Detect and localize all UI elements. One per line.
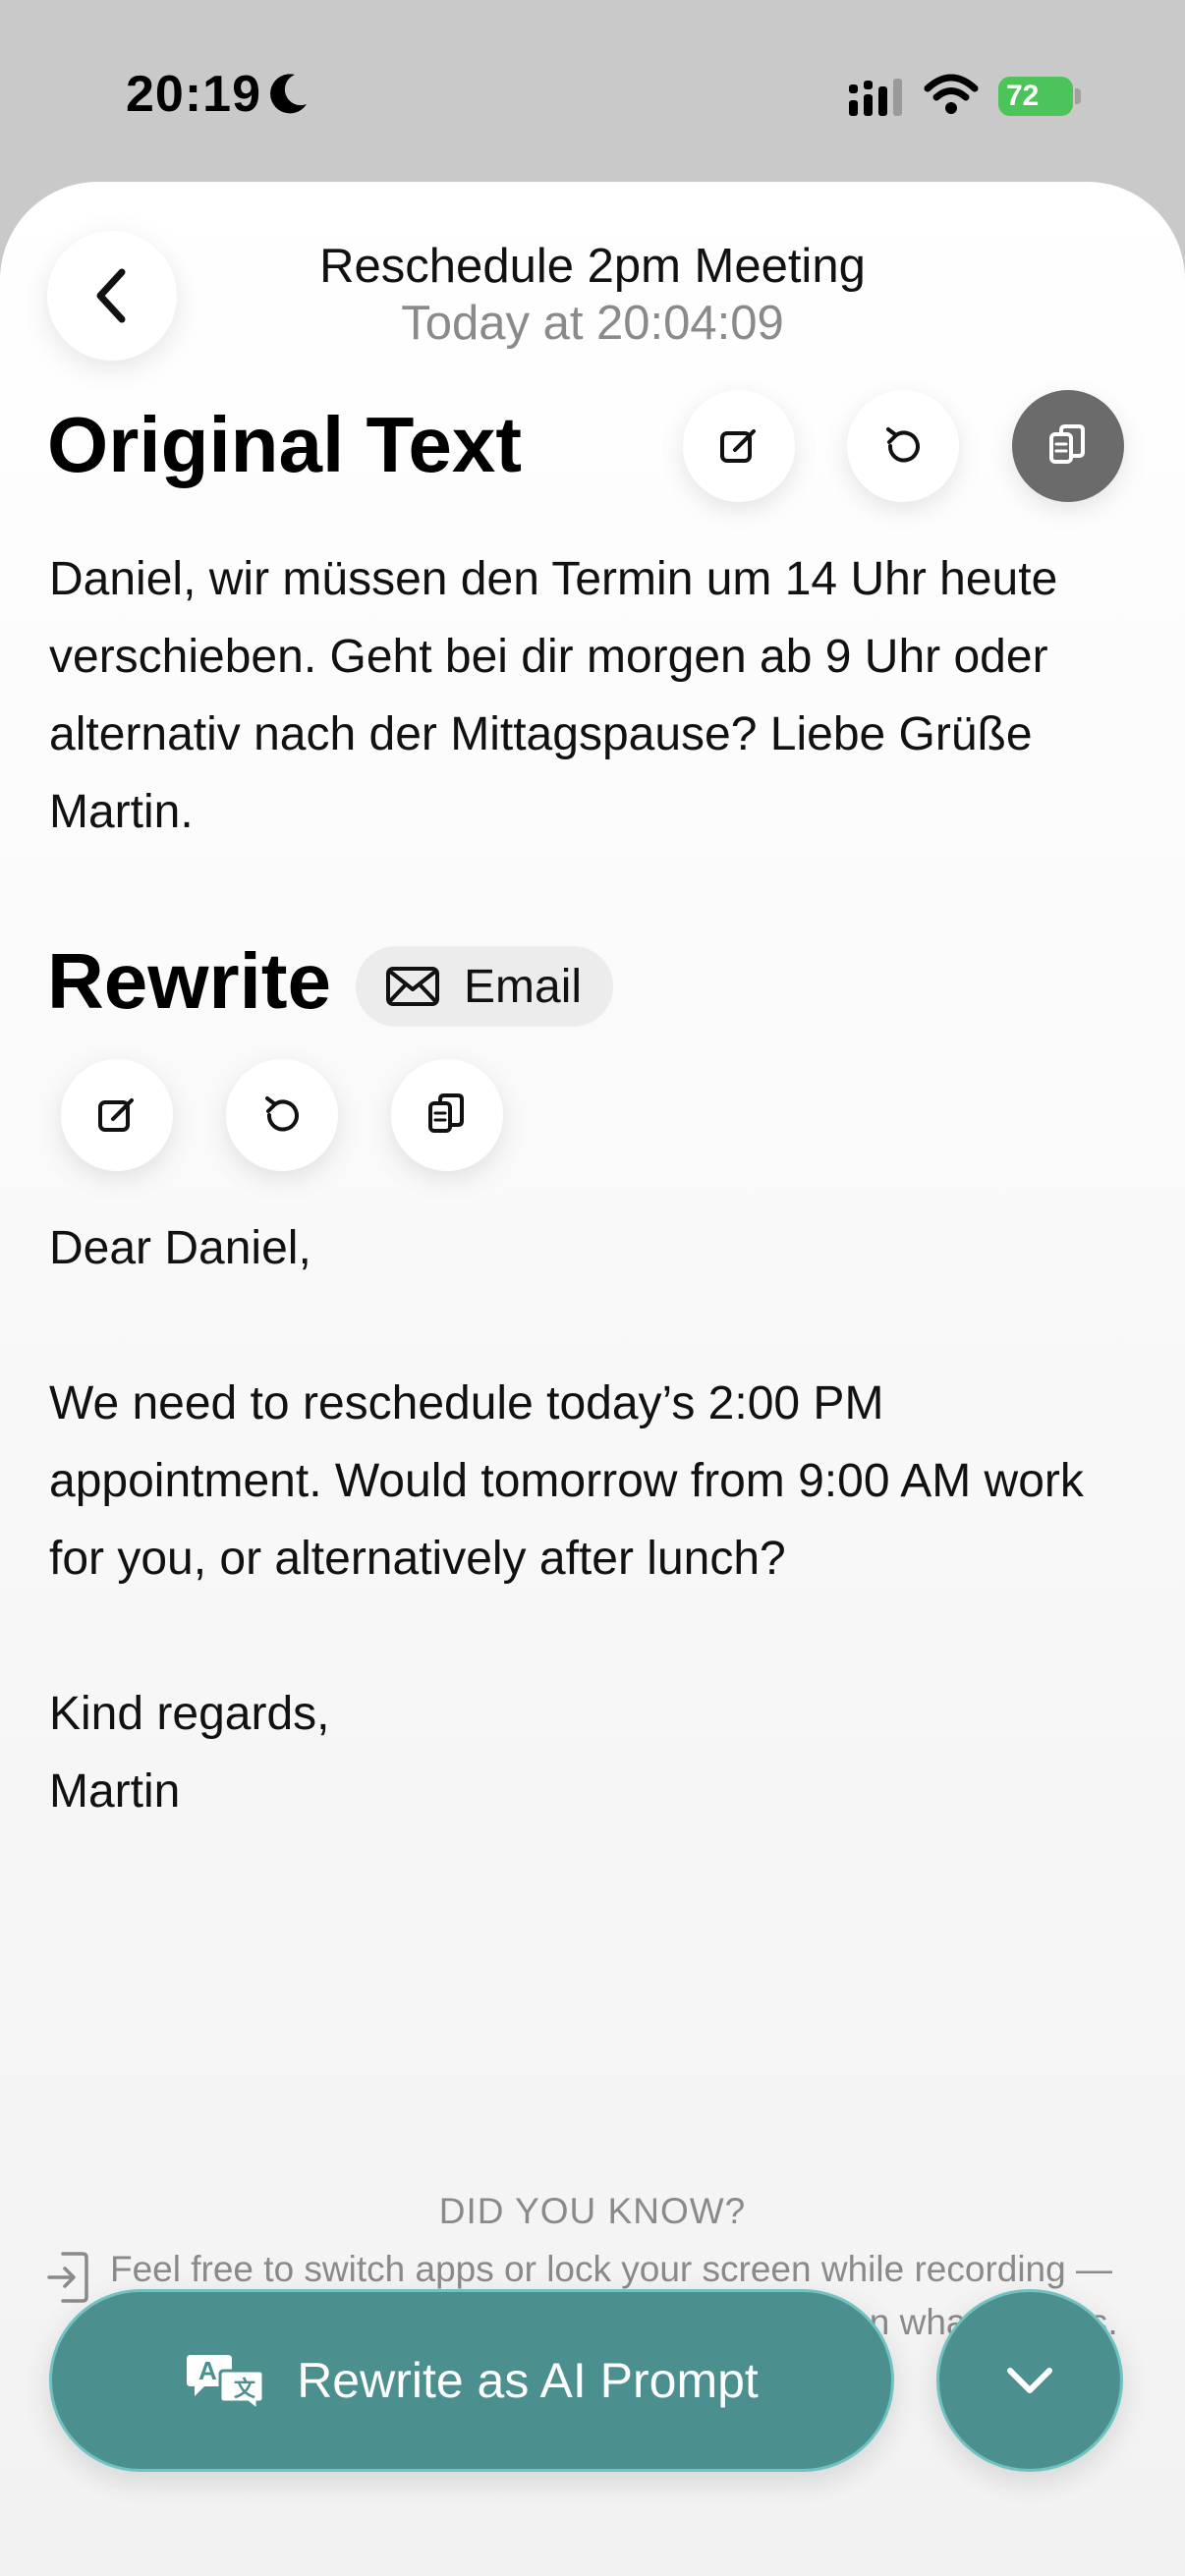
original-refresh-button[interactable]	[847, 390, 959, 502]
battery-tip	[1075, 88, 1081, 104]
did-you-know-title: DID YOU KNOW?	[438, 2191, 747, 2231]
expand-options-button[interactable]	[936, 2289, 1123, 2472]
signal-icon	[849, 79, 902, 116]
rewrite-heading: Rewrite	[47, 937, 331, 1025]
enter-app-icon	[47, 2252, 88, 2303]
refresh-icon	[886, 427, 920, 463]
email-chip[interactable]: Email	[356, 946, 613, 1027]
translate-icon: A 文	[187, 2355, 265, 2412]
original-heading: Original Text	[47, 401, 523, 488]
rewrite-as-ai-prompt-button[interactable]: A 文 Rewrite as AI Prompt	[49, 2289, 894, 2472]
rewrite-text: Dear Daniel, We need to reschedule today…	[49, 1222, 1084, 1818]
page-subtitle: Today at 20:04:09	[401, 297, 784, 350]
chevron-down-icon	[1007, 2368, 1052, 2393]
battery-icon: 72	[998, 77, 1073, 116]
original-copy-button[interactable]	[1012, 390, 1124, 502]
original-text: Daniel, wir müssen den Termin um 14 Uhr …	[49, 553, 1071, 838]
page-title: Reschedule 2pm Meeting	[319, 240, 866, 293]
edit-icon	[98, 1098, 134, 1132]
rewrite-edit-button[interactable]	[61, 1059, 173, 1171]
moon-icon	[270, 74, 307, 114]
svg-text:A: A	[198, 2356, 217, 2385]
edit-icon	[720, 429, 756, 463]
wifi-icon	[924, 74, 979, 114]
original-edit-button[interactable]	[683, 390, 795, 502]
rewrite-refresh-button[interactable]	[226, 1059, 338, 1171]
refresh-icon	[265, 1096, 299, 1132]
status-time: 20:19	[126, 66, 261, 123]
envelope-icon	[386, 967, 439, 1006]
email-chip-label: Email	[464, 960, 583, 1013]
svg-text:文: 文	[234, 2377, 256, 2402]
rewrite-as-ai-prompt-label: Rewrite as AI Prompt	[297, 2353, 759, 2408]
copy-icon	[428, 1093, 464, 1133]
detail-sheet: Reschedule 2pm Meeting Today at 20:04:09…	[0, 182, 1185, 2576]
status-bar: 20:19 72	[0, 0, 1185, 182]
copy-icon	[1049, 424, 1085, 464]
rewrite-copy-button[interactable]	[391, 1059, 503, 1171]
battery-level: 72	[1006, 80, 1040, 112]
